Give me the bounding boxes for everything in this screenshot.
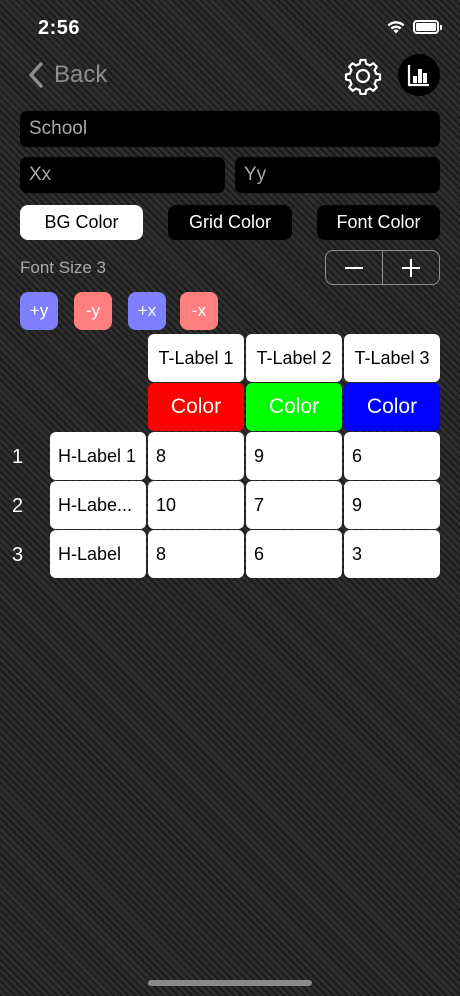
row-label-2[interactable]: H-Labe... — [50, 481, 146, 529]
minus-icon — [345, 266, 363, 269]
add-row-button[interactable]: +y — [20, 292, 58, 330]
font-size-label: Font Size 3 — [20, 258, 106, 277]
row-label-1[interactable]: H-Label 1 — [50, 432, 146, 480]
table-cell[interactable]: 6 — [246, 530, 342, 578]
table-cell[interactable]: 3 — [344, 530, 440, 578]
status-time: 2:56 — [38, 17, 81, 39]
bg-color-button[interactable]: BG Color — [20, 205, 143, 240]
grid-color-button[interactable]: Grid Color — [168, 205, 292, 240]
series-color-button-3[interactable]: Color — [344, 383, 440, 431]
font-size-stepper[interactable] — [325, 250, 440, 285]
settings-button[interactable] — [344, 57, 382, 96]
back-button[interactable]: Back — [28, 58, 107, 92]
bar-chart-icon — [407, 65, 429, 87]
gear-icon — [344, 58, 382, 96]
x-axis-label-field[interactable]: Xx — [20, 157, 225, 193]
remove-column-button[interactable]: -x — [180, 292, 218, 330]
chevron-left-icon — [29, 62, 43, 88]
y-axis-label-field[interactable]: Yy — [235, 157, 440, 193]
table-cell[interactable]: 8 — [148, 432, 244, 480]
plus-icon — [402, 258, 420, 277]
back-label: Back — [54, 61, 108, 88]
battery-icon — [413, 20, 442, 34]
font-color-button[interactable]: Font Color — [317, 205, 440, 240]
row-number-1: 1 — [12, 446, 24, 468]
add-column-button[interactable]: +x — [128, 292, 166, 330]
table-cell[interactable]: 6 — [344, 432, 440, 480]
table-cell[interactable]: 7 — [246, 481, 342, 529]
column-header-1[interactable]: T-Label 1 — [148, 334, 244, 382]
row-number-2: 2 — [12, 495, 24, 517]
series-color-button-2[interactable]: Color — [246, 383, 342, 431]
row-label-3[interactable]: H-Label — [50, 530, 146, 578]
table-cell[interactable]: 9 — [246, 432, 342, 480]
chart-button[interactable] — [398, 54, 440, 96]
title-field[interactable]: School — [20, 111, 440, 147]
remove-row-button[interactable]: -y — [74, 292, 112, 330]
column-header-3[interactable]: T-Label 3 — [344, 334, 440, 382]
series-color-button-1[interactable]: Color — [148, 383, 244, 431]
table-cell[interactable]: 8 — [148, 530, 244, 578]
table-cell[interactable]: 9 — [344, 481, 440, 529]
table-cell[interactable]: 10 — [148, 481, 244, 529]
row-number-3: 3 — [12, 544, 24, 566]
wifi-icon — [386, 19, 406, 39]
status-bar: 2:56 — [0, 0, 460, 56]
home-indicator — [148, 980, 312, 986]
font-size-increment-button[interactable] — [383, 251, 439, 284]
font-size-decrement-button[interactable] — [326, 251, 382, 284]
column-header-2[interactable]: T-Label 2 — [246, 334, 342, 382]
